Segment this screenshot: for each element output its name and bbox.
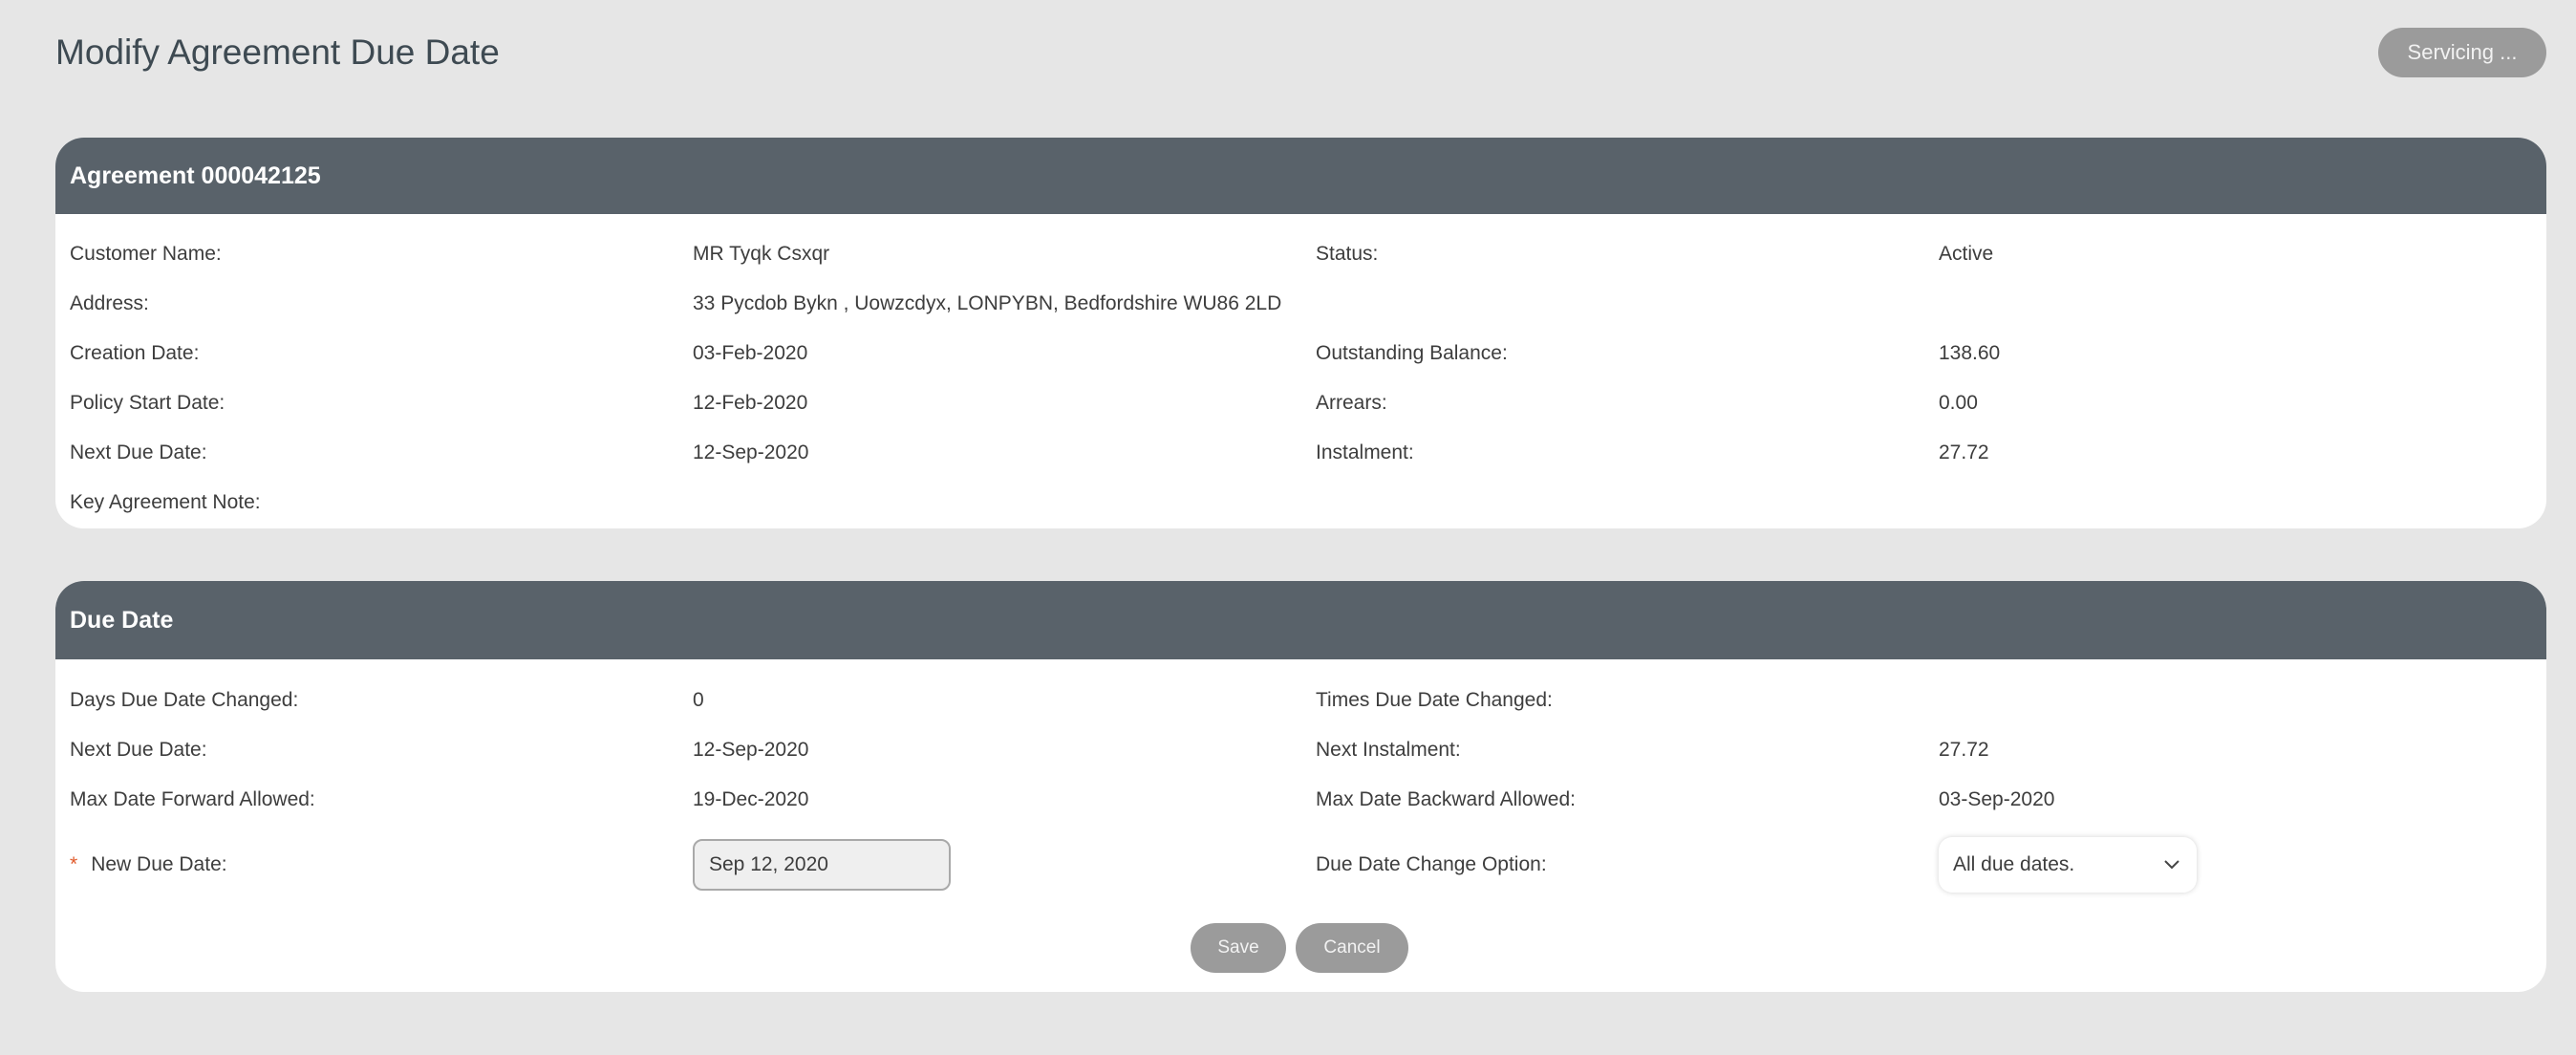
- chevron-down-icon: [2161, 854, 2182, 875]
- outstanding-balance-label: Outstanding Balance:: [1316, 342, 1508, 364]
- policy-start-date-value: 12-Feb-2020: [693, 392, 808, 414]
- next-instalment-value: 27.72: [1939, 739, 1989, 761]
- arrears-label: Arrears:: [1316, 392, 1387, 414]
- save-button[interactable]: Save: [1191, 923, 1286, 973]
- creation-date-value: 03-Feb-2020: [693, 342, 808, 364]
- max-backward-value: 03-Sep-2020: [1939, 788, 2055, 810]
- next-due-date-label: Next Due Date:: [70, 441, 207, 463]
- next-due-date-value: 12-Sep-2020: [693, 441, 809, 463]
- outstanding-balance-value: 138.60: [1939, 342, 2001, 364]
- next-due-date-value: 12-Sep-2020: [693, 739, 809, 761]
- cancel-button[interactable]: Cancel: [1296, 923, 1408, 973]
- status-value: Active: [1939, 243, 1994, 265]
- times-changed-label: Times Due Date Changed:: [1316, 689, 1553, 711]
- new-due-date-label: * New Due Date:: [70, 853, 227, 876]
- change-option-label: Due Date Change Option:: [1316, 853, 1547, 875]
- key-agreement-note-label: Key Agreement Note:: [70, 491, 261, 513]
- customer-name-value: MR Tyqk Csxqr: [693, 243, 830, 265]
- address-label: Address:: [70, 292, 149, 314]
- policy-start-date-label: Policy Start Date:: [70, 392, 225, 414]
- instalment-label: Instalment:: [1316, 441, 1414, 463]
- page-title: Modify Agreement Due Date: [55, 32, 500, 72]
- max-forward-label: Max Date Forward Allowed:: [70, 788, 315, 810]
- new-due-date-label-text: New Due Date:: [91, 853, 227, 875]
- servicing-button[interactable]: Servicing ...: [2378, 28, 2546, 77]
- required-marker: *: [70, 853, 78, 875]
- max-forward-value: 19-Dec-2020: [693, 788, 809, 810]
- arrears-value: 0.00: [1939, 392, 1978, 414]
- new-due-date-input[interactable]: [693, 839, 951, 891]
- change-option-value: All due dates.: [1953, 853, 2075, 875]
- days-changed-value: 0: [693, 689, 704, 711]
- customer-name-label: Customer Name:: [70, 243, 222, 265]
- status-label: Status:: [1316, 243, 1379, 265]
- next-due-date-label: Next Due Date:: [70, 739, 207, 761]
- days-changed-label: Days Due Date Changed:: [70, 689, 299, 711]
- instalment-value: 27.72: [1939, 441, 1989, 463]
- next-instalment-label: Next Instalment:: [1316, 739, 1461, 761]
- due-date-panel-header: Due Date: [55, 581, 2546, 659]
- creation-date-label: Creation Date:: [70, 342, 200, 364]
- max-backward-label: Max Date Backward Allowed:: [1316, 788, 1576, 810]
- due-date-panel: Due Date Days Due Date Changed: 0 Times …: [55, 581, 2546, 992]
- agreement-panel-header: Agreement 000042125: [55, 138, 2546, 214]
- address-value: 33 Pycdob Bykn , Uowzcdyx, LONPYBN, Bedf…: [693, 292, 1282, 314]
- change-option-select[interactable]: All due dates.: [1939, 837, 2197, 893]
- agreement-panel: Agreement 000042125 Customer Name: MR Ty…: [55, 138, 2546, 528]
